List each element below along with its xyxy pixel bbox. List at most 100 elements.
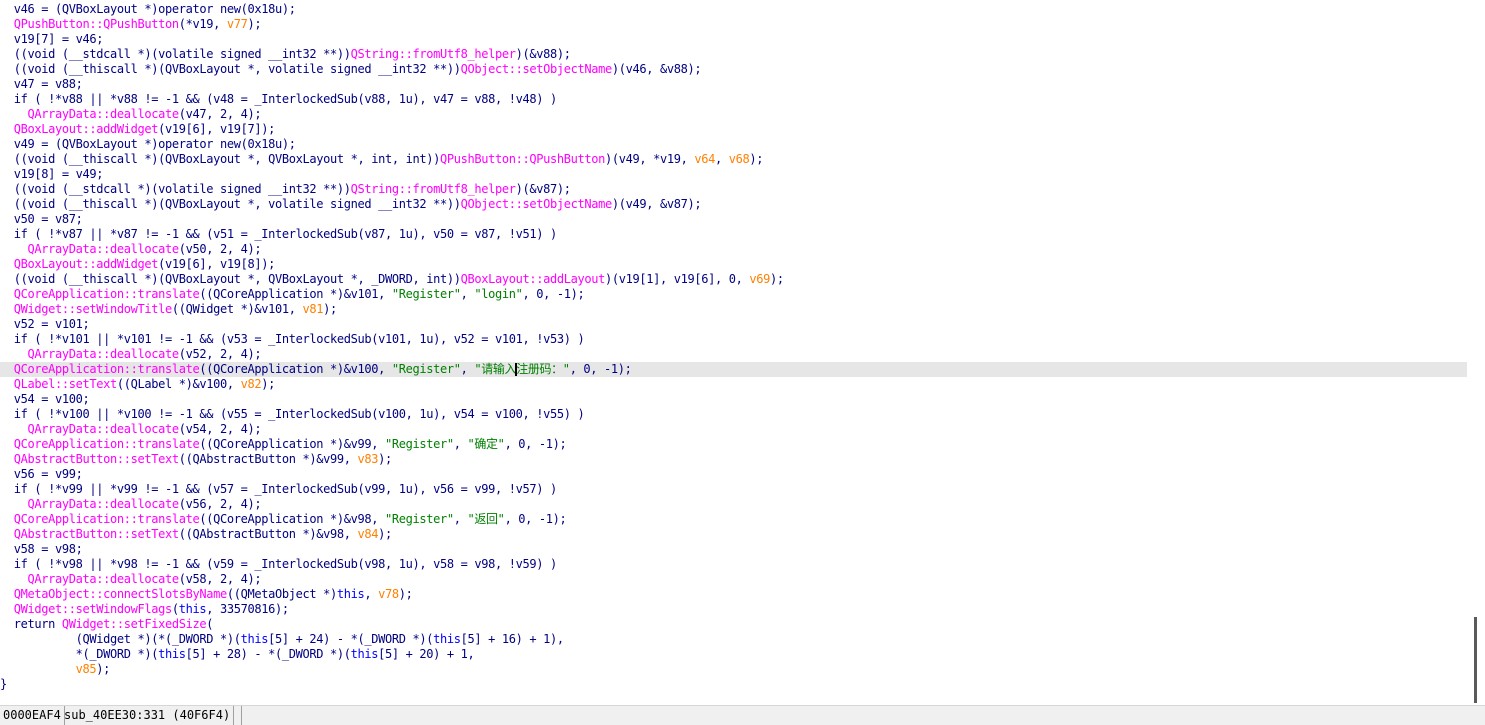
code-token: v69 xyxy=(749,272,770,286)
code-line[interactable]: QAbstractButton::setText((QAbstractButto… xyxy=(0,527,1467,542)
code-line[interactable]: QMetaObject::connectSlotsByName((QMetaOb… xyxy=(0,587,1467,602)
code-token: v50 xyxy=(433,227,454,241)
code-line[interactable]: ((void (__stdcall *)(volatile signed __i… xyxy=(0,182,1467,197)
code-token: ( xyxy=(178,242,186,256)
code-line[interactable]: QLabel::setText((QLabel *)&v100, v82); xyxy=(0,377,1467,392)
code-token: ); xyxy=(96,662,110,676)
code-token: v47 = v88; xyxy=(0,77,83,91)
code-line[interactable]: QWidget::setWindowFlags(this, 33570816); xyxy=(0,602,1467,617)
code-token: v84 xyxy=(357,527,379,541)
code-token: [5] + 16) + 1), xyxy=(460,632,564,646)
scrollbar-thumb[interactable] xyxy=(1474,617,1477,703)
code-token: , xyxy=(378,362,392,376)
code-line[interactable]: v49 = (QVBoxLayout *)operator new(0x18u)… xyxy=(0,137,1467,152)
code-token: v56 = v99; xyxy=(0,467,83,481)
code-token: , ! xyxy=(495,92,516,106)
code-line[interactable]: if ( !*v98 || *v98 != -1 && (v59 = _Inte… xyxy=(0,557,1467,572)
code-token: , ! xyxy=(495,482,516,496)
code-line[interactable]: v85); xyxy=(0,662,1467,677)
code-line[interactable]: QArrayData::deallocate(v52, 2, 4); xyxy=(0,347,1467,362)
code-token: v50 xyxy=(185,242,207,256)
code-token: , 1u), xyxy=(385,557,434,571)
code-token: v55 xyxy=(226,407,248,421)
code-line[interactable]: QCoreApplication::translate((QCoreApplic… xyxy=(0,362,1467,377)
code-line[interactable]: QPushButton::QPushButton(*v19, v77); xyxy=(0,17,1467,32)
code-token: v98 xyxy=(474,557,495,571)
code-line[interactable]: if ( !*v87 || *v87 != -1 && (v51 = _Inte… xyxy=(0,227,1467,242)
code-line[interactable]: (QWidget *)(*(_DWORD *)(this[5] + 24) - … xyxy=(0,632,1467,647)
code-token: = xyxy=(453,557,475,571)
code-token: QArrayData::deallocate xyxy=(27,347,180,361)
code-line[interactable]: if ( !*v101 || *v101 != -1 && (v53 = _In… xyxy=(0,332,1467,347)
code-token: , ! xyxy=(522,332,544,346)
code-token: , xyxy=(343,527,358,541)
code-token: "请输入注册码：" xyxy=(474,362,570,376)
code-token: , xyxy=(371,512,385,526)
code-token: = _InterlockedSub( xyxy=(233,557,365,571)
code-token: ) ) xyxy=(536,482,557,496)
code-line[interactable]: if ( !*v100 || *v100 != -1 && (v55 = _In… xyxy=(0,407,1467,422)
code-token: ); xyxy=(687,62,702,76)
code-line[interactable]: QArrayData::deallocate(v58, 2, 4); xyxy=(0,572,1467,587)
code-line[interactable]: QArrayData::deallocate(v56, 2, 4); xyxy=(0,497,1467,512)
code-line[interactable]: v52 = v101; xyxy=(0,317,1467,332)
code-line[interactable]: return QWidget::setFixedSize( xyxy=(0,617,1467,632)
code-line[interactable]: if ( !*v99 || *v99 != -1 && (v57 = _Inte… xyxy=(0,482,1467,497)
code-line[interactable]: v54 = v100; xyxy=(0,392,1467,407)
code-line[interactable]: QArrayData::deallocate(v47, 2, 4); xyxy=(0,107,1467,122)
code-token: v98 xyxy=(350,512,372,526)
code-line[interactable]: ((void (__thiscall *)(QVBoxLayout *, QVB… xyxy=(0,272,1467,287)
code-token: QAbstractButton::setText xyxy=(13,452,179,466)
code-line[interactable]: ((void (__stdcall *)(volatile signed __i… xyxy=(0,47,1467,62)
code-line[interactable]: QCoreApplication::translate((QCoreApplic… xyxy=(0,287,1467,302)
code-token: if ( !* xyxy=(0,332,62,346)
code-line[interactable]: QCoreApplication::translate((QCoreApplic… xyxy=(0,437,1467,452)
code-token: QArrayData::deallocate xyxy=(27,242,180,256)
code-token: v58 xyxy=(433,557,454,571)
code-token: ((QCoreApplication *)& xyxy=(199,362,351,376)
code-line[interactable]: v47 = v88; xyxy=(0,77,1467,92)
code-token: v48 xyxy=(515,92,537,106)
code-token: (QWidget *)(*(_DWORD *)( xyxy=(0,632,241,646)
code-token: )(v19[1], v19[6], 0, xyxy=(604,272,750,286)
code-line[interactable]: v19[8] = v49; xyxy=(0,167,1467,182)
code-token: v99 xyxy=(474,482,495,496)
code-line[interactable]: } xyxy=(0,677,1467,692)
code-token: v101 xyxy=(495,332,523,346)
code-line[interactable]: v46 = (QVBoxLayout *)operator new(0x18u)… xyxy=(0,2,1467,17)
code-line[interactable]: v19[7] = v46; xyxy=(0,32,1467,47)
code-line[interactable]: QArrayData::deallocate(v50, 2, 4); xyxy=(0,242,1467,257)
code-line[interactable]: if ( !*v88 || *v88 != -1 && (v48 = _Inte… xyxy=(0,92,1467,107)
code-line[interactable]: v56 = v99; xyxy=(0,467,1467,482)
code-line[interactable]: ((void (__thiscall *)(QVBoxLayout *, vol… xyxy=(0,62,1467,77)
code-line[interactable]: ((void (__thiscall *)(QVBoxLayout *, vol… xyxy=(0,197,1467,212)
code-line[interactable]: QBoxLayout::addWidget(v19[6], v19[7]); xyxy=(0,122,1467,137)
code-line[interactable]: QBoxLayout::addWidget(v19[6], v19[8]); xyxy=(0,257,1467,272)
code-line[interactable]: QArrayData::deallocate(v54, 2, 4); xyxy=(0,422,1467,437)
code-line[interactable]: v58 = v98; xyxy=(0,542,1467,557)
code-line[interactable]: QAbstractButton::setText((QAbstractButto… xyxy=(0,452,1467,467)
code-token: v51 xyxy=(515,227,537,241)
code-line[interactable]: v50 = v87; xyxy=(0,212,1467,227)
code-token: return xyxy=(0,617,62,631)
code-token: v99 xyxy=(364,482,385,496)
vertical-scrollbar[interactable] xyxy=(1467,0,1485,705)
code-token: ( xyxy=(178,572,186,586)
code-token: this xyxy=(433,632,461,646)
code-token: v50 = v87; xyxy=(0,212,83,226)
code-token: (*v19, xyxy=(178,17,227,31)
code-token: ((void (__thiscall *)(QVBoxLayout *, vol… xyxy=(0,62,461,76)
code-line[interactable]: ((void (__thiscall *)(QVBoxLayout *, QVB… xyxy=(0,152,1467,167)
code-token: } xyxy=(0,677,7,691)
pseudocode-view[interactable]: v46 = (QVBoxLayout *)operator new(0x18u)… xyxy=(0,0,1467,703)
code-token: = _InterlockedSub( xyxy=(247,332,379,346)
code-token: = xyxy=(474,407,495,421)
code-token: v47 xyxy=(185,107,207,121)
code-line[interactable]: QCoreApplication::translate((QCoreApplic… xyxy=(0,512,1467,527)
code-line[interactable]: *(_DWORD *)(this[5] + 28) - *(_DWORD *)(… xyxy=(0,647,1467,662)
code-line[interactable]: QWidget::setWindowTitle((QWidget *)&v101… xyxy=(0,302,1467,317)
code-token: v87 xyxy=(666,197,688,211)
